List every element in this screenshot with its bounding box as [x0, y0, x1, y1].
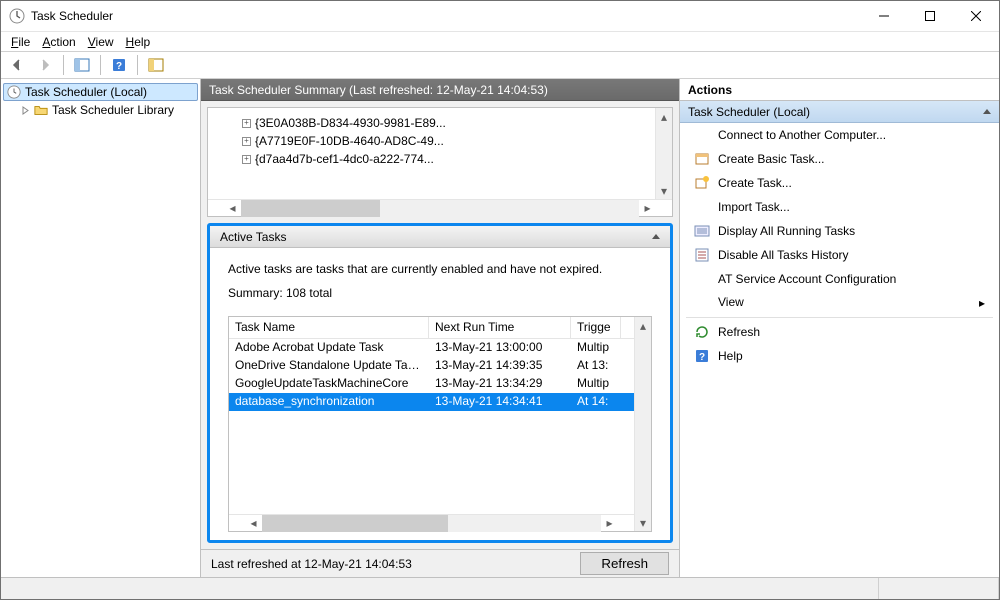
- vertical-scrollbar[interactable]: ▴▾: [655, 108, 672, 199]
- tree-library[interactable]: Task Scheduler Library: [3, 101, 198, 119]
- clock-icon: [7, 85, 21, 99]
- active-tasks-summary: Summary: 108 total: [228, 286, 652, 300]
- last-refreshed-label: Last refreshed at 12-May-21 14:04:53: [211, 557, 412, 571]
- tree-root-label: Task Scheduler (Local): [25, 85, 147, 99]
- menu-view[interactable]: View: [82, 33, 120, 51]
- help-toolbar-button[interactable]: ?: [107, 53, 131, 77]
- guid-row: {d7aa4d7b-cef1-4dc0-a222-774...: [255, 152, 434, 166]
- menu-file[interactable]: File: [5, 33, 36, 51]
- action-refresh[interactable]: Refresh: [680, 320, 999, 344]
- menu-action[interactable]: Action: [36, 33, 81, 51]
- tree-library-label: Task Scheduler Library: [52, 103, 174, 117]
- col-next-run[interactable]: Next Run Time: [429, 317, 571, 338]
- action-at-service[interactable]: AT Service Account Configuration: [680, 267, 999, 291]
- running-icon: [694, 223, 710, 239]
- close-button[interactable]: [953, 1, 999, 31]
- table-row[interactable]: GoogleUpdateTaskMachineCore13-May-21 13:…: [229, 375, 634, 393]
- expand-icon[interactable]: +: [242, 137, 251, 146]
- table-horizontal-scrollbar[interactable]: ◂▸: [229, 514, 634, 531]
- actions-title: Actions: [680, 79, 999, 101]
- expand-icon[interactable]: +: [242, 155, 251, 164]
- chevron-right-icon: [21, 106, 30, 115]
- content-area: Task Scheduler (Local) Task Scheduler Li…: [1, 79, 999, 577]
- summary-header: Task Scheduler Summary (Last refreshed: …: [201, 79, 679, 101]
- navigation-tree: Task Scheduler (Local) Task Scheduler Li…: [1, 79, 201, 577]
- new-task-icon: [694, 175, 710, 191]
- back-button[interactable]: [5, 53, 29, 77]
- col-task-name[interactable]: Task Name: [229, 317, 429, 338]
- col-triggers[interactable]: Trigge: [571, 317, 621, 338]
- action-import-task[interactable]: Import Task...: [680, 195, 999, 219]
- svg-text:?: ?: [116, 61, 122, 72]
- center-pane: Task Scheduler Summary (Last refreshed: …: [201, 79, 679, 577]
- table-header: Task Name Next Run Time Trigge: [229, 317, 634, 339]
- menu-help[interactable]: Help: [120, 33, 157, 51]
- expand-icon[interactable]: +: [242, 119, 251, 128]
- svg-text:?: ?: [699, 352, 705, 363]
- wizard-icon: [694, 151, 710, 167]
- table-row[interactable]: OneDrive Standalone Update Task-...13-Ma…: [229, 357, 634, 375]
- table-row-selected[interactable]: database_synchronization13-May-21 14:34:…: [229, 393, 634, 411]
- active-tasks-desc: Active tasks are tasks that are currentl…: [228, 262, 652, 276]
- menubar: File Action View Help: [1, 31, 999, 51]
- minimize-button[interactable]: [861, 1, 907, 31]
- refresh-button[interactable]: Refresh: [580, 552, 669, 575]
- action-disable-history[interactable]: Disable All Tasks History: [680, 243, 999, 267]
- action-help[interactable]: ?Help: [680, 344, 999, 368]
- window-title: Task Scheduler: [31, 9, 861, 23]
- refresh-icon: [694, 324, 710, 340]
- help-icon: ?: [694, 348, 710, 364]
- guid-row: {A7719E0F-10DB-4640-AD8C-49...: [255, 134, 444, 148]
- status-bar: [1, 577, 999, 599]
- collapse-icon: [652, 234, 660, 239]
- action-create-task[interactable]: Create Task...: [680, 171, 999, 195]
- action-view[interactable]: View▸: [680, 291, 999, 315]
- folder-icon: [34, 103, 48, 117]
- action-create-basic-task[interactable]: Create Basic Task...: [680, 147, 999, 171]
- titlebar: Task Scheduler: [1, 1, 999, 31]
- action-connect[interactable]: Connect to Another Computer...: [680, 123, 999, 147]
- summary-footer: Last refreshed at 12-May-21 14:04:53 Ref…: [201, 549, 679, 577]
- table-vertical-scrollbar[interactable]: ▴▾: [634, 317, 651, 531]
- history-icon: [694, 247, 710, 263]
- chevron-right-icon: ▸: [979, 296, 985, 310]
- toolbar: ?: [1, 51, 999, 79]
- maximize-button[interactable]: [907, 1, 953, 31]
- app-icon: [9, 8, 25, 24]
- details-button[interactable]: [144, 53, 168, 77]
- collapse-icon: [983, 109, 991, 114]
- table-row[interactable]: Adobe Acrobat Update Task13-May-21 13:00…: [229, 339, 634, 357]
- guid-row: {3E0A038B-D834-4930-9981-E89...: [255, 116, 446, 130]
- task-status-list[interactable]: + {3E0A038B-D834-4930-9981-E89... + {A7719…: [208, 108, 655, 199]
- active-tasks-panel: Active Tasks Active tasks are tasks that…: [207, 223, 673, 543]
- tree-root[interactable]: Task Scheduler (Local): [3, 83, 198, 101]
- panes-button[interactable]: [70, 53, 94, 77]
- app-window: Task Scheduler File Action View Help ? T…: [0, 0, 1000, 600]
- action-display-running[interactable]: Display All Running Tasks: [680, 219, 999, 243]
- active-tasks-header[interactable]: Active Tasks: [210, 226, 670, 248]
- horizontal-scrollbar[interactable]: ◂▸: [208, 199, 672, 216]
- active-tasks-table: Task Name Next Run Time Trigge Adobe Acr…: [228, 316, 652, 532]
- task-status-box: + {3E0A038B-D834-4930-9981-E89... + {A7719…: [207, 107, 673, 217]
- active-tasks-title: Active Tasks: [220, 230, 286, 244]
- actions-context[interactable]: Task Scheduler (Local): [680, 101, 999, 123]
- forward-button[interactable]: [33, 53, 57, 77]
- actions-pane: Actions Task Scheduler (Local) Connect t…: [679, 79, 999, 577]
